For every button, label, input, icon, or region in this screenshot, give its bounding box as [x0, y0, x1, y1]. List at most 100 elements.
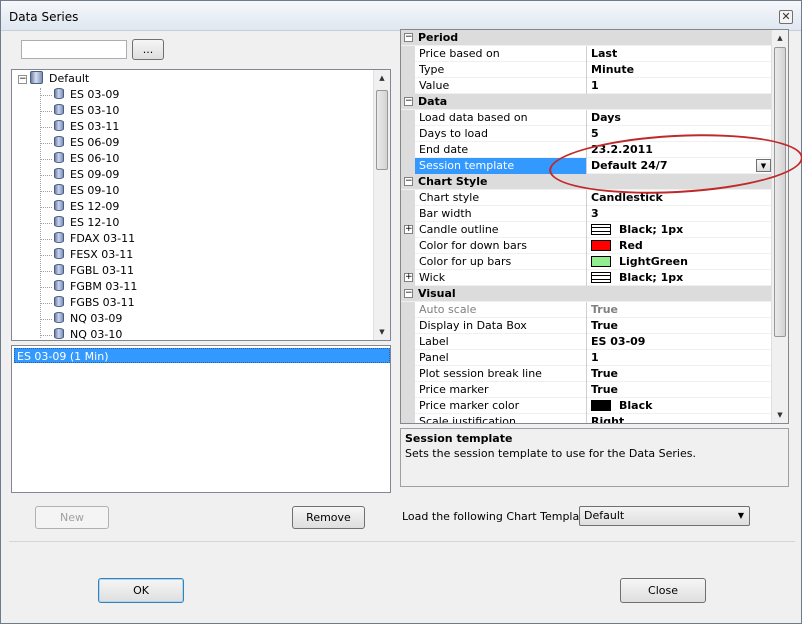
prop-label[interactable]: Label ES 03-09 — [401, 334, 773, 350]
tree-scrollbar[interactable]: ▲ ▼ — [373, 70, 390, 340]
tree-item-label: ES 03-11 — [70, 120, 120, 133]
chart-template-select[interactable]: Default ▼ — [579, 506, 750, 526]
window-title: Data Series — [9, 10, 79, 24]
scroll-down-icon[interactable]: ▼ — [772, 407, 788, 423]
browse-button[interactable]: ... — [132, 39, 164, 60]
tree-item[interactable]: ES 12-10 — [40, 215, 119, 231]
tree-connector — [40, 335, 52, 336]
tree-item[interactable]: ES 06-10 — [40, 151, 120, 167]
database-icon — [54, 184, 64, 195]
database-icon — [54, 136, 64, 147]
scroll-up-icon[interactable]: ▲ — [772, 30, 788, 46]
expand-icon[interactable]: + — [404, 225, 413, 234]
close-window-button[interactable]: ✕ — [779, 10, 793, 24]
collapse-icon[interactable]: − — [404, 289, 413, 298]
tree-item[interactable]: ES 09-09 — [40, 167, 119, 183]
tree-item-label: FGBL 03-11 — [70, 264, 134, 277]
prop-auto-scale[interactable]: Auto scale True — [401, 302, 773, 318]
category-visual[interactable]: − Visual — [401, 286, 773, 302]
close-icon: ✕ — [781, 10, 791, 23]
tree-item[interactable]: ES 03-09 — [40, 87, 120, 103]
ok-button[interactable]: OK — [98, 578, 184, 603]
tree-item[interactable]: FGBL 03-11 — [40, 263, 134, 279]
category-data[interactable]: − Data — [401, 94, 773, 110]
collapse-icon[interactable]: − — [404, 177, 413, 186]
dropdown-arrow-icon: ▼ — [737, 511, 744, 520]
tree-item[interactable]: ES 03-11 — [40, 119, 120, 135]
scroll-thumb[interactable] — [376, 90, 388, 170]
tree-item-label: FDAX 03-11 — [70, 232, 136, 245]
prop-value[interactable]: Value 1 — [401, 78, 773, 94]
tree-root[interactable]: − Default — [18, 71, 89, 87]
description-text: Sets the session template to use for the… — [405, 447, 696, 460]
tree-item[interactable]: ES 12-09 — [40, 199, 119, 215]
tree-connector — [40, 287, 52, 288]
close-button[interactable]: Close — [620, 578, 706, 603]
color-swatch — [591, 400, 611, 411]
tree-item-label: ES 03-09 — [70, 88, 120, 101]
tree-connector — [40, 255, 52, 256]
prop-display-in-data-box[interactable]: Display in Data Box True — [401, 318, 773, 334]
tree-item[interactable]: FDAX 03-11 — [40, 231, 136, 247]
tree-connector-line — [40, 88, 41, 338]
database-icon — [54, 104, 64, 115]
tree-item-label: ES 06-09 — [70, 136, 120, 149]
tree-connector — [40, 239, 52, 240]
prop-color-down-bars[interactable]: Color for down bars Red — [401, 238, 773, 254]
prop-load-data-based-on[interactable]: Load data based on Days — [401, 110, 773, 126]
scroll-thumb[interactable] — [774, 47, 786, 337]
prop-session-break-line[interactable]: Plot session break line True — [401, 366, 773, 382]
tree-item[interactable]: FGBM 03-11 — [40, 279, 137, 295]
tree-connector — [40, 95, 52, 96]
instrument-tree[interactable]: − Default ES 03-09 ES 03-10 ES 03-11 ES 06-0… — [11, 69, 391, 341]
prop-panel[interactable]: Panel 1 — [401, 350, 773, 366]
database-icon — [54, 88, 64, 99]
tree-item[interactable]: ES 03-10 — [40, 103, 119, 119]
tree-item-label: ES 06-10 — [70, 152, 120, 165]
data-series-dialog: Data Series ✕ ... − Default ES 03-09 ES 03… — [0, 0, 802, 624]
tree-connector — [40, 143, 52, 144]
prop-wick[interactable]: + Wick Black; 1px — [401, 270, 773, 286]
database-icon — [54, 248, 64, 259]
property-description-panel: Session template Sets the session templa… — [400, 428, 789, 487]
prop-color-up-bars[interactable]: Color for up bars LightGreen — [401, 254, 773, 270]
tree-item[interactable]: NQ 03-09 — [40, 311, 122, 327]
database-icon — [54, 120, 64, 131]
expand-icon[interactable]: + — [404, 273, 413, 282]
tree-connector — [40, 319, 52, 320]
tree-item-label: NQ 03-10 — [70, 328, 123, 341]
list-item[interactable]: ES 03-09 (1 Min) — [14, 348, 390, 363]
scroll-down-icon[interactable]: ▼ — [374, 324, 390, 340]
prop-candle-outline[interactable]: + Candle outline Black; 1px — [401, 222, 773, 238]
prop-price-based-on[interactable]: Price based on Last — [401, 46, 773, 62]
prop-price-marker-color[interactable]: Price marker color Black — [401, 398, 773, 414]
prop-type[interactable]: Type Minute — [401, 62, 773, 78]
tree-connector — [40, 223, 52, 224]
new-button[interactable]: New — [35, 506, 109, 529]
tree-item[interactable]: FGBS 03-11 — [40, 295, 135, 311]
tree-connector — [40, 191, 52, 192]
tree-item[interactable]: ES 06-09 — [40, 135, 120, 151]
prop-bar-width[interactable]: Bar width 3 — [401, 206, 773, 222]
database-icon — [54, 152, 64, 163]
collapse-icon[interactable]: − — [18, 75, 27, 84]
collapse-icon[interactable]: − — [404, 33, 413, 42]
tree-item[interactable]: NQ 03-10 — [40, 327, 123, 341]
scroll-up-icon[interactable]: ▲ — [374, 70, 390, 86]
prop-scale-justification[interactable]: Scale justification Right — [401, 414, 773, 423]
database-icon — [54, 312, 64, 323]
tree-connector — [40, 271, 52, 272]
category-period[interactable]: − Period — [401, 30, 773, 46]
property-grid[interactable]: − Period Price based on Last Type Minute Va… — [400, 29, 789, 424]
property-grid-scrollbar[interactable]: ▲ ▼ — [771, 30, 788, 423]
tree-item[interactable]: ES 09-10 — [40, 183, 119, 199]
search-input[interactable] — [21, 40, 127, 59]
description-title: Session template — [405, 432, 513, 445]
tree-item[interactable]: FESX 03-11 — [40, 247, 133, 263]
selected-series-list[interactable]: ES 03-09 (1 Min) — [11, 345, 391, 493]
collapse-icon[interactable]: − — [404, 97, 413, 106]
prop-chart-style[interactable]: Chart style Candlestick — [401, 190, 773, 206]
prop-price-marker[interactable]: Price marker True — [401, 382, 773, 398]
stroke-swatch — [591, 224, 611, 235]
remove-button[interactable]: Remove — [292, 506, 365, 529]
